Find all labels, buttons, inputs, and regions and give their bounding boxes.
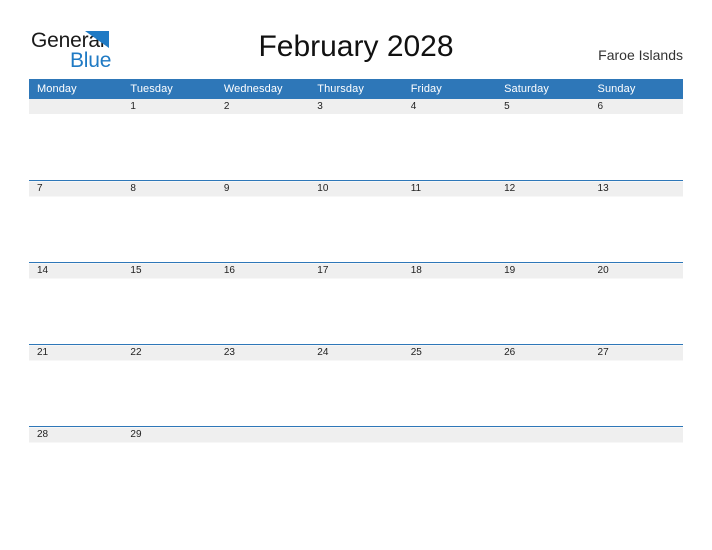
calendar-day-cell[interactable]: 5 [496, 99, 590, 181]
region-label: Faroe Islands [598, 47, 683, 63]
day-number: 20 [597, 265, 609, 276]
calendar-day-cell[interactable]: 20 [589, 262, 683, 345]
weekday-header-friday: Friday [402, 79, 497, 99]
calendar-head: Monday Tuesday Wednesday Thursday Friday… [29, 79, 683, 99]
calendar-day-cell[interactable] [589, 426, 683, 508]
weekday-header-saturday: Saturday [496, 79, 590, 99]
calendar-day-cell[interactable]: 28 [29, 426, 123, 508]
calendar-day-cell[interactable]: 11 [402, 180, 497, 263]
page-header: General Blue February 2028 Faroe Islands [0, 0, 712, 78]
calendar-day-cell[interactable] [309, 426, 403, 508]
calendar-day-cell[interactable]: 26 [496, 344, 590, 427]
calendar-day-cell[interactable] [496, 426, 590, 508]
calendar-day-cell[interactable]: 23 [215, 344, 310, 427]
day-number: 23 [223, 347, 235, 358]
day-number: 9 [223, 183, 230, 194]
calendar-day-cell[interactable] [215, 426, 310, 508]
calendar-week-row: 7 8 9 10 11 12 13 [29, 180, 683, 263]
day-number: 21 [37, 347, 49, 358]
day-number: 2 [223, 101, 230, 112]
weekday-header-sunday: Sunday [589, 79, 683, 99]
day-number: 8 [130, 183, 136, 194]
day-number: 11 [410, 183, 422, 194]
calendar-day-cell[interactable]: 27 [589, 344, 683, 427]
weekday-header-monday: Monday [29, 79, 123, 99]
day-number: 13 [597, 183, 609, 194]
calendar-week-row: 14 15 16 17 18 19 20 [29, 262, 683, 345]
day-number: 26 [504, 347, 516, 358]
weekday-header-tuesday: Tuesday [122, 79, 216, 99]
calendar-day-cell[interactable]: 10 [309, 180, 403, 263]
calendar-week-row: 28 29 [29, 426, 683, 508]
calendar-day-cell[interactable]: 9 [215, 180, 310, 263]
calendar-day-cell[interactable]: 6 [589, 99, 683, 181]
day-number: 29 [130, 429, 142, 440]
calendar-day-cell[interactable]: 19 [496, 262, 590, 345]
weekday-header-wednesday: Wednesday [215, 79, 310, 99]
calendar-day-cell[interactable]: 2 [215, 99, 310, 181]
day-number: 6 [597, 101, 604, 112]
day-number: 22 [130, 347, 142, 358]
calendar-week-row: 21 22 23 24 25 26 27 [29, 344, 683, 427]
calendar-day-cell[interactable] [402, 426, 497, 508]
calendar-body: 1 2 3 4 5 6 7 8 9 10 11 12 13 14 15 16 1… [29, 99, 683, 508]
calendar-day-cell[interactable]: 22 [122, 344, 216, 427]
calendar-day-cell[interactable]: 12 [496, 180, 590, 263]
day-number: 10 [317, 183, 329, 194]
day-number: 3 [317, 101, 323, 112]
calendar-day-cell[interactable]: 25 [402, 344, 497, 427]
calendar-week-row: 1 2 3 4 5 6 [29, 99, 683, 181]
day-number: 18 [410, 265, 422, 276]
calendar-day-cell[interactable]: 17 [309, 262, 403, 345]
day-number: 14 [37, 265, 49, 276]
calendar-day-cell[interactable]: 7 [29, 180, 123, 263]
day-number: 19 [504, 265, 516, 276]
day-number: 25 [410, 347, 422, 358]
day-number: 4 [410, 101, 417, 112]
day-number: 5 [504, 101, 510, 112]
day-number: 16 [223, 265, 235, 276]
calendar-day-cell[interactable]: 16 [215, 262, 310, 345]
day-number: 17 [317, 265, 329, 276]
day-number: 24 [317, 347, 329, 358]
calendar-day-cell[interactable] [29, 99, 123, 181]
calendar-day-cell[interactable]: 29 [122, 426, 216, 508]
day-number: 7 [37, 183, 43, 194]
calendar-page: General Blue February 2028 Faroe Islands… [0, 0, 712, 550]
calendar-day-cell[interactable]: 21 [29, 344, 123, 427]
calendar-day-cell[interactable]: 1 [122, 99, 216, 181]
day-number: 15 [130, 265, 142, 276]
weekday-header-row: Monday Tuesday Wednesday Thursday Friday… [29, 79, 683, 99]
calendar-day-cell[interactable]: 13 [589, 180, 683, 263]
calendar-day-cell[interactable]: 24 [309, 344, 403, 427]
day-number: 27 [597, 347, 609, 358]
calendar-day-cell[interactable]: 14 [29, 262, 123, 345]
calendar-day-cell[interactable]: 4 [402, 99, 497, 181]
day-number: 28 [37, 429, 49, 440]
day-number: 1 [130, 101, 136, 112]
calendar-day-cell[interactable]: 18 [402, 262, 497, 345]
day-number: 12 [504, 183, 516, 194]
weekday-header-thursday: Thursday [309, 79, 403, 99]
calendar-day-cell[interactable]: 15 [122, 262, 216, 345]
calendar-grid: Monday Tuesday Wednesday Thursday Friday… [29, 79, 683, 508]
calendar-day-cell[interactable]: 3 [309, 99, 403, 181]
calendar-day-cell[interactable]: 8 [122, 180, 216, 263]
